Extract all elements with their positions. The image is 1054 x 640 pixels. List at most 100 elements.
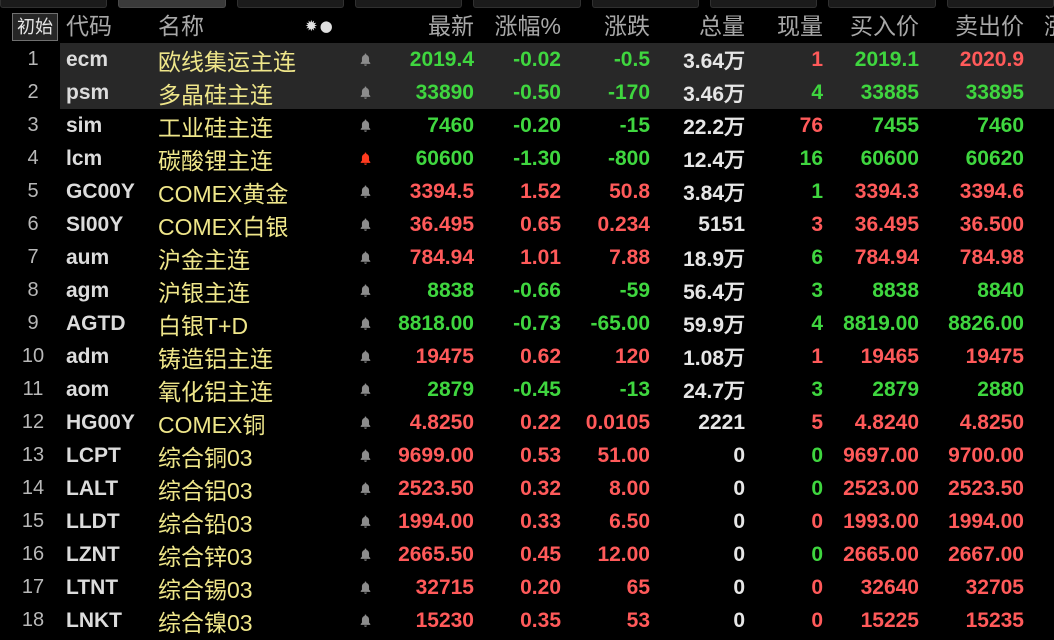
- quote-row[interactable]: 14 LALT 综合铝03 2523.50 0.32 8.00 0 0 2523.00 2523.…: [0, 472, 1054, 505]
- quote-row[interactable]: 8 agm 沪银主连 8838 -0.66 -59 56.4万 3 8838 8840: [0, 274, 1054, 307]
- row-bid-price: 2665.00: [843, 542, 919, 566]
- alert-toggle[interactable]: [350, 241, 380, 274]
- alert-toggle[interactable]: [350, 406, 380, 439]
- row-name: 综合锡03: [158, 576, 253, 603]
- alert-toggle[interactable]: [350, 274, 380, 307]
- row-ask-price: 3394.6: [959, 179, 1024, 203]
- quote-row[interactable]: 13 LCPT 综合铜03 9699.00 0.53 51.00 0 0 9697.00 9700…: [0, 439, 1054, 472]
- row-change-percent: 0.65: [520, 212, 561, 236]
- row-latest-price: 8818.00: [398, 311, 474, 335]
- row-change-percent: -0.73: [513, 311, 561, 335]
- column-header-code[interactable]: 代码: [60, 10, 158, 43]
- row-change: 50.8: [609, 179, 650, 203]
- sun-icon: ✹: [305, 17, 318, 35]
- bell-icon: [358, 151, 373, 166]
- quote-row[interactable]: 6 SI00Y COMEX白银 36.495 0.65 0.234 5151 3 36.495 3…: [0, 208, 1054, 241]
- quote-row[interactable]: 4 lcm 碳酸锂主连 60600 -1.30 -800 12.4万 16 60600 60620: [0, 142, 1054, 175]
- row-change-percent: 0.45: [520, 542, 561, 566]
- alert-toggle[interactable]: [350, 43, 380, 76]
- row-ask-price: 9700.00: [948, 443, 1024, 467]
- quote-row[interactable]: 15 LLDT 综合铅03 1994.00 0.33 6.50 0 0 1993.00 1994.…: [0, 505, 1054, 538]
- top-tab[interactable]: [828, 0, 936, 8]
- row-current-volume: 0: [811, 575, 823, 599]
- alert-toggle[interactable]: [350, 439, 380, 472]
- quote-row[interactable]: 11 aom 氧化铝主连 2879 -0.45 -13 24.7万 3 2879 2880: [0, 373, 1054, 406]
- column-header-name[interactable]: 名称 ✹ ●: [158, 10, 350, 43]
- row-total-volume: 12.4万: [683, 148, 745, 172]
- row-name: 综合铜03: [158, 444, 253, 471]
- column-header-total-volume[interactable]: 总量: [652, 10, 747, 43]
- top-tab[interactable]: [0, 0, 108, 8]
- alert-toggle[interactable]: [350, 208, 380, 241]
- row-total-volume: 56.4万: [683, 280, 745, 304]
- quote-row[interactable]: 16 LZNT 综合锌03 2665.50 0.45 12.00 0 0 2665.00 2667…: [0, 538, 1054, 571]
- alert-toggle[interactable]: [350, 604, 380, 637]
- reset-view-button[interactable]: 初始: [12, 12, 58, 41]
- quote-row[interactable]: 3 sim 工业硅主连 7460 -0.20 -15 22.2万 76 7455 7460: [0, 109, 1054, 142]
- row-name: 多晶硅主连: [158, 81, 273, 108]
- column-header-current-volume[interactable]: 现量: [747, 10, 825, 43]
- top-tab[interactable]: [946, 0, 1054, 8]
- top-tab[interactable]: [591, 0, 699, 8]
- alert-toggle[interactable]: [350, 538, 380, 571]
- quote-row[interactable]: 5 GC00Y COMEX黄金 3394.5 1.52 50.8 3.84万 1 3394.3 3…: [0, 175, 1054, 208]
- row-ask-price: 7460: [977, 113, 1024, 137]
- column-header-latest[interactable]: 最新: [380, 10, 476, 43]
- column-header-bid[interactable]: 买入价: [825, 10, 921, 43]
- row-index: 13: [21, 444, 45, 466]
- quote-row[interactable]: 9 AGTD 白银T+D 8818.00 -0.73 -65.00 59.9万 4 8819.0…: [0, 307, 1054, 340]
- row-bid-price: 2019.1: [854, 47, 919, 71]
- top-tab-active[interactable]: [118, 0, 226, 8]
- row-index: 1: [27, 48, 39, 70]
- row-change-percent: -1.30: [513, 146, 561, 170]
- top-tab[interactable]: [473, 0, 581, 8]
- column-header-change[interactable]: 涨跌: [563, 10, 652, 43]
- quote-row[interactable]: 2 psm 多晶硅主连 33890 -0.50 -170 3.46万 4 33885 33895: [0, 76, 1054, 109]
- row-total-volume: 3.64万: [683, 49, 745, 73]
- alert-toggle[interactable]: [350, 307, 380, 340]
- row-change: -65.00: [590, 311, 650, 335]
- alert-toggle[interactable]: [350, 175, 380, 208]
- row-current-volume: 1: [811, 179, 823, 203]
- quote-row[interactable]: 7 aum 沪金主连 784.94 1.01 7.88 18.9万 6 784.94 784.98: [0, 241, 1054, 274]
- row-code: LALT: [66, 476, 119, 500]
- row-code: LNKT: [66, 608, 122, 632]
- alert-toggle[interactable]: [350, 142, 380, 175]
- row-index: 3: [27, 114, 39, 136]
- bell-icon: [358, 217, 373, 232]
- row-change: 51.00: [597, 443, 650, 467]
- quote-row[interactable]: 17 LTNT 综合锡03 32715 0.20 65 0 0 32640 32705: [0, 571, 1054, 604]
- row-current-volume: 3: [811, 212, 823, 236]
- column-header-change-percent[interactable]: 涨幅%: [476, 10, 563, 43]
- quote-row[interactable]: 10 adm 铸造铝主连 19475 0.62 120 1.08万 1 19465 19475: [0, 340, 1054, 373]
- alert-toggle[interactable]: [350, 76, 380, 109]
- row-current-volume: 0: [811, 509, 823, 533]
- alert-toggle[interactable]: [350, 571, 380, 604]
- alert-toggle[interactable]: [350, 472, 380, 505]
- row-name: 铸造铝主连: [158, 345, 273, 372]
- row-bid-price: 4.8240: [854, 410, 919, 434]
- top-tab[interactable]: [354, 0, 463, 8]
- quote-row[interactable]: 18 LNKT 综合镍03 15230 0.35 53 0 0 15225 15235: [0, 604, 1054, 637]
- row-code: psm: [66, 80, 110, 104]
- alert-toggle[interactable]: [350, 373, 380, 406]
- top-tab[interactable]: [236, 0, 344, 8]
- column-header-cut-off[interactable]: 涨: [1026, 10, 1054, 43]
- column-header-ask[interactable]: 卖出价: [921, 10, 1026, 43]
- row-total-volume: 24.7万: [683, 379, 745, 403]
- row-ask-price: 4.8250: [959, 410, 1024, 434]
- quote-row[interactable]: 1 ecm 欧线集运主连 2019.4 -0.02 -0.5 3.64万 1 2019.1 202…: [0, 43, 1054, 76]
- header-toggle-icons[interactable]: ✹ ●: [305, 10, 335, 43]
- alert-toggle[interactable]: [350, 505, 380, 538]
- row-latest-price: 7460: [427, 113, 474, 137]
- top-tab[interactable]: [709, 0, 818, 8]
- row-latest-price: 19475: [415, 344, 474, 368]
- bell-icon: [358, 250, 373, 265]
- bell-icon: [358, 52, 373, 67]
- row-current-volume: 1: [811, 344, 823, 368]
- alert-toggle[interactable]: [350, 340, 380, 373]
- alert-toggle[interactable]: [350, 109, 380, 142]
- quote-row[interactable]: 12 HG00Y COMEX铜 4.8250 0.22 0.0105 2221 5 4.8240…: [0, 406, 1054, 439]
- row-name: COMEX白银: [158, 213, 289, 240]
- reset-cell: 初始: [0, 10, 60, 43]
